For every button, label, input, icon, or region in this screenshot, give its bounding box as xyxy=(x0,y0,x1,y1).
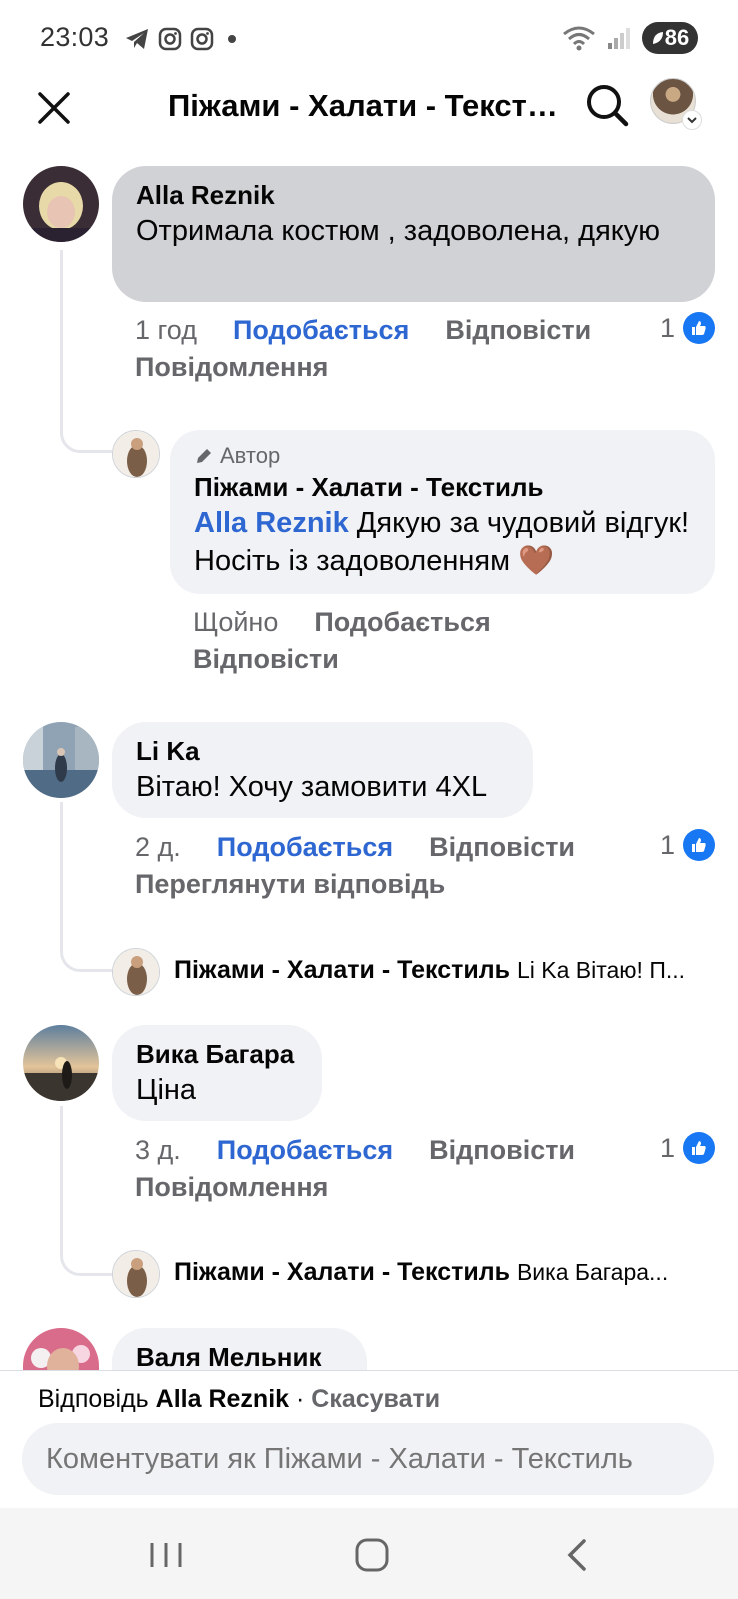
comment-actions: 3 д. Подобається Відповісти Повідомлення xyxy=(135,1132,655,1206)
comment-author[interactable]: Вика Багара xyxy=(136,1037,298,1071)
thread-connector xyxy=(60,1106,112,1276)
replying-prefix: Відповідь xyxy=(38,1385,149,1413)
comment-text: Вітаю! Хочу замовити 4XL xyxy=(136,771,488,803)
dot-icon xyxy=(228,35,236,43)
reply-preview-author: Піжами - Халати - Текстиль xyxy=(174,1258,510,1286)
comment-input[interactable] xyxy=(22,1423,714,1495)
reply-actions: Щойно Подобається Відповісти xyxy=(193,604,693,678)
reply-button[interactable]: Відповісти xyxy=(429,1135,575,1165)
reply-button[interactable]: Відповісти xyxy=(445,315,591,345)
message-button[interactable]: Повідомлення xyxy=(135,1172,328,1202)
reaction-count[interactable]: 1 xyxy=(660,829,716,861)
battery-level: 86 xyxy=(664,25,690,50)
close-icon xyxy=(38,92,70,124)
reply-button[interactable]: Відповісти xyxy=(193,644,339,674)
avatar[interactable] xyxy=(23,1025,99,1101)
reply-preview-text: Вика Багара... xyxy=(516,1259,669,1285)
comment-actions: 1 год Подобається Відповісти Повідомлення xyxy=(135,312,655,386)
app-bar: Піжами - Халати - Текстиль xyxy=(0,78,738,150)
chevron-down-icon xyxy=(682,110,702,130)
view-reply-link[interactable]: Переглянути відповідь xyxy=(135,869,445,899)
reply-preview-author: Піжами - Халати - Текстиль xyxy=(174,956,510,984)
reply-time[interactable]: Щойно xyxy=(193,607,278,637)
comment-bubble[interactable]: Вика Багара Ціна xyxy=(112,1025,322,1121)
reaction-count[interactable]: 1 xyxy=(660,312,716,344)
comment-time[interactable]: 1 год xyxy=(135,315,197,345)
home-icon xyxy=(355,1538,389,1572)
like-icon xyxy=(683,1132,716,1164)
comment-actions: 2 д. Подобається Відповісти Переглянути ві… xyxy=(135,829,655,903)
author-badge-label: Автор xyxy=(220,443,281,468)
comment-composer: Відповідь Alla Reznik · Скасувати xyxy=(0,1370,738,1508)
comment-author[interactable]: Валя Мельник xyxy=(136,1340,343,1370)
like-button[interactable]: Подобається xyxy=(233,315,409,345)
like-button[interactable]: Подобається xyxy=(217,1135,393,1165)
reply-preview[interactable]: Піжами - Халати - Текстиль Li Ka Вітаю! … xyxy=(174,956,714,985)
recent-apps-icon xyxy=(150,1543,182,1567)
author-badge: Автор xyxy=(194,442,691,470)
notification-icons xyxy=(124,27,242,51)
reaction-count-value: 1 xyxy=(660,312,676,343)
mention-link[interactable]: Alla Reznik xyxy=(194,507,349,539)
search-button[interactable] xyxy=(580,78,634,132)
battery-indicator: 86 xyxy=(642,22,698,54)
thread-connector xyxy=(60,250,112,453)
leaf-icon xyxy=(652,32,663,44)
page-title: Піжами - Халати - Текстиль xyxy=(168,88,563,123)
status-time: 23:03 xyxy=(40,22,110,52)
recent-apps-button[interactable] xyxy=(136,1530,196,1580)
comment-author[interactable]: Alla Reznik xyxy=(136,178,691,212)
back-icon xyxy=(567,1539,586,1571)
avatar[interactable] xyxy=(23,1328,99,1370)
page-avatar[interactable] xyxy=(112,430,160,478)
reaction-count-value: 1 xyxy=(660,1132,676,1163)
reply-bubble[interactable]: Автор Піжами - Халати - Текстиль Alla Re… xyxy=(170,430,715,594)
cancel-reply-button[interactable]: Скасувати xyxy=(311,1385,440,1413)
status-bar: 23:03 86 xyxy=(0,0,738,80)
reply-text: Alla Reznik Дякую за чудовий відгук! Нос… xyxy=(194,504,691,580)
replying-to-name: Alla Reznik xyxy=(155,1385,290,1413)
pencil-icon xyxy=(197,449,211,463)
like-button[interactable]: Подобається xyxy=(217,832,393,862)
wifi-icon xyxy=(563,26,595,51)
comment-time[interactable]: 2 д. xyxy=(135,832,181,862)
reaction-count[interactable]: 1 xyxy=(660,1132,716,1164)
page-avatar[interactable] xyxy=(112,948,160,996)
replying-to-bar: Відповідь Alla Reznik · Скасувати xyxy=(38,1385,440,1414)
page-avatar[interactable] xyxy=(112,1250,160,1298)
close-button[interactable] xyxy=(30,84,78,132)
instagram-icon xyxy=(158,27,182,51)
comment-author[interactable]: Li Ka xyxy=(136,734,509,768)
avatar[interactable] xyxy=(23,166,99,242)
like-icon xyxy=(683,312,716,344)
reply-button[interactable]: Відповісти xyxy=(429,832,575,862)
like-button[interactable]: Подобається xyxy=(314,607,490,637)
message-button[interactable]: Повідомлення xyxy=(135,352,328,382)
home-button[interactable] xyxy=(342,1530,402,1580)
system-nav-bar xyxy=(0,1508,738,1599)
like-icon xyxy=(683,829,716,861)
separator: · xyxy=(296,1385,305,1413)
comment-text: Отримала костюм , задоволена, дякую xyxy=(136,215,661,247)
profile-switcher-button[interactable] xyxy=(650,78,702,130)
comment-bubble[interactable]: Li Ka Вітаю! Хочу замовити 4XL xyxy=(112,722,533,818)
search-icon xyxy=(587,85,629,127)
comment-text: Ціна xyxy=(136,1074,197,1106)
avatar[interactable] xyxy=(23,722,99,798)
instagram-icon xyxy=(190,27,214,51)
reply-author[interactable]: Піжами - Халати - Текстиль xyxy=(194,470,691,504)
back-button[interactable] xyxy=(548,1530,608,1580)
reply-preview[interactable]: Піжами - Халати - Текстиль Вика Багара..… xyxy=(174,1258,704,1287)
reply-preview-text: Li Ka Вітаю! П... xyxy=(516,957,686,983)
thread-connector xyxy=(60,802,112,972)
comment-bubble[interactable]: Alla Reznik Отримала костюм , задоволена… xyxy=(112,166,715,302)
reaction-count-value: 1 xyxy=(660,829,676,860)
signal-icon xyxy=(608,28,630,49)
comment-time[interactable]: 3 д. xyxy=(135,1135,181,1165)
telegram-icon xyxy=(126,29,148,49)
comment-bubble[interactable]: Валя Мельник xyxy=(112,1328,367,1370)
